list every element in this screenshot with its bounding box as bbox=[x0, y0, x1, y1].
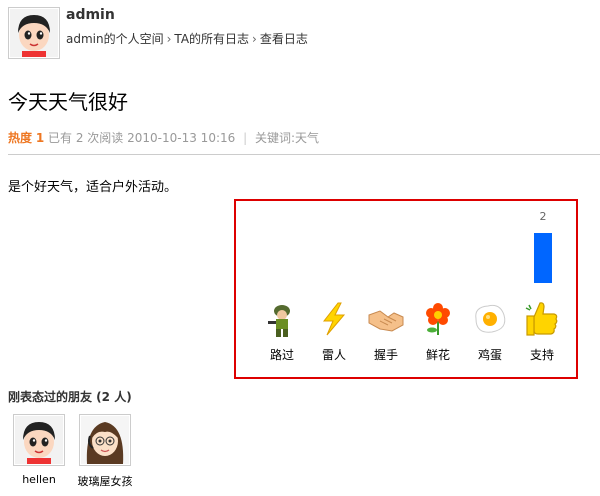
breadcrumb-separator: › bbox=[166, 32, 172, 46]
breadcrumb-user-space[interactable]: admin的个人空间 bbox=[66, 32, 164, 46]
breadcrumb-current: 查看日志 bbox=[259, 32, 308, 46]
post-keywords[interactable]: 关键词:天气 bbox=[255, 131, 319, 145]
breadcrumb-all-posts[interactable]: TA的所有日志 bbox=[174, 32, 249, 46]
reaction-panel: 2 路过 雷人 握手 鲜花 鸡蛋 支持 bbox=[234, 199, 578, 379]
handshake-icon bbox=[366, 299, 406, 339]
friends-heading: 刚表态过的朋友 (2 人) bbox=[8, 390, 132, 404]
breadcrumb-separator: › bbox=[252, 32, 257, 46]
lightning-icon bbox=[314, 299, 354, 339]
avatar-boy-icon bbox=[15, 416, 63, 464]
post-meta: 热度 1 已有 2 次阅读 2010-10-13 10:16 | 关键词:天气 bbox=[8, 129, 319, 146]
divider bbox=[8, 154, 600, 155]
reaction-flower[interactable]: 鲜花 bbox=[412, 299, 464, 363]
reaction-label: 鸡蛋 bbox=[477, 348, 502, 362]
reaction-handshake[interactable]: 握手 bbox=[360, 299, 412, 363]
avatar-girl-icon bbox=[81, 416, 129, 464]
flower-icon bbox=[418, 299, 458, 339]
reaction-pass-by[interactable]: 路过 bbox=[256, 299, 308, 363]
reaction-label: 路过 bbox=[269, 348, 294, 362]
friend-name[interactable]: 玻璃屋女孩 bbox=[72, 473, 138, 489]
user-avatar[interactable] bbox=[8, 7, 60, 59]
friend-name[interactable]: hellen bbox=[6, 473, 72, 486]
support-count: 2 bbox=[539, 210, 547, 223]
friend-avatar[interactable] bbox=[79, 414, 131, 466]
friend-avatar[interactable] bbox=[13, 414, 65, 466]
friend-item[interactable]: hellen bbox=[6, 414, 72, 486]
breadcrumb: admin的个人空间 › TA的所有日志 › 查看日志 bbox=[66, 30, 308, 47]
meta-divider: | bbox=[243, 131, 248, 145]
reaction-egg[interactable]: 鸡蛋 bbox=[464, 299, 516, 363]
heat-value: 1 bbox=[35, 131, 45, 145]
username[interactable]: admin bbox=[66, 7, 115, 23]
egg-icon bbox=[470, 299, 510, 339]
support-bar bbox=[534, 233, 552, 283]
reaction-label: 鲜花 bbox=[425, 348, 450, 362]
read-count: 已有 2 次阅读 bbox=[48, 131, 124, 145]
reaction-label: 雷人 bbox=[321, 348, 346, 362]
post-date: 2010-10-13 10:16 bbox=[127, 131, 236, 145]
reaction-shocked[interactable]: 雷人 bbox=[308, 299, 360, 363]
post-body: 是个好天气，适合户外活动。 bbox=[8, 180, 178, 195]
reaction-support[interactable]: 支持 bbox=[516, 299, 568, 363]
post-title: 今天天气很好 bbox=[8, 90, 128, 114]
friend-item[interactable]: 玻璃屋女孩 bbox=[72, 414, 138, 489]
heat-label: 热度 bbox=[8, 131, 33, 145]
soldier-icon bbox=[262, 299, 302, 339]
thumbs-up-icon bbox=[522, 299, 562, 339]
reaction-label: 握手 bbox=[373, 348, 398, 362]
reaction-label: 支持 bbox=[529, 348, 554, 362]
avatar-boy-icon bbox=[10, 9, 58, 57]
